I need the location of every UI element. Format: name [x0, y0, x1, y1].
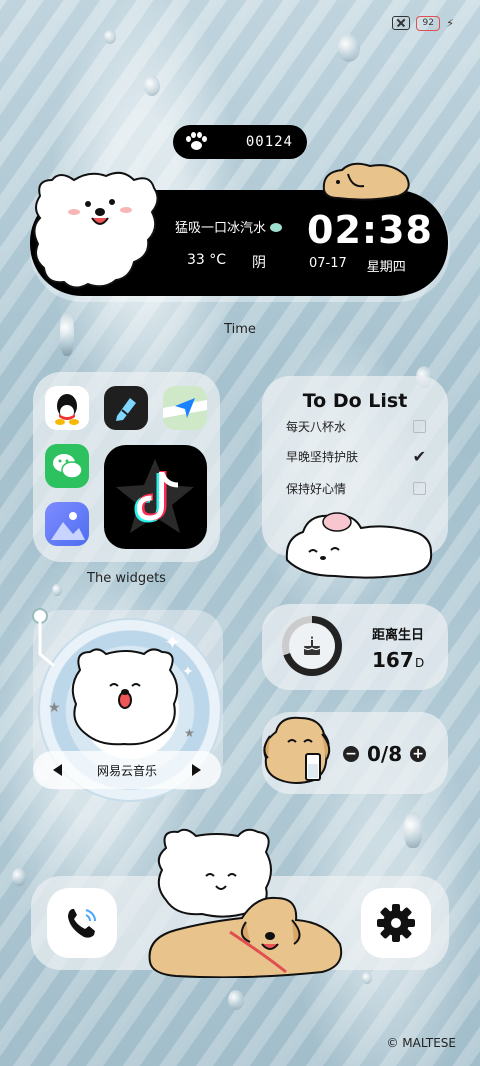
qq-app-icon[interactable] [45, 386, 89, 430]
date: 07-17 [309, 256, 347, 271]
previous-track-icon[interactable] [53, 764, 62, 776]
water-drop [12, 868, 26, 886]
apps-widget-label: The widgets [87, 571, 166, 586]
tonearm-icon [32, 608, 55, 668]
water-drop [338, 34, 360, 62]
activity-label: 猛吸一口冰汽水 [175, 221, 267, 236]
checkbox[interactable] [413, 420, 426, 433]
gallery-app-icon[interactable] [45, 502, 89, 546]
todo-item[interactable]: 每天八杯水 [286, 418, 426, 435]
star-icon: ✦ [182, 664, 194, 680]
music-controls: 网易云音乐 [33, 751, 221, 789]
cloud-icon [270, 223, 283, 232]
two-dogs-illustration [148, 828, 343, 978]
weekday: 星期四 [366, 260, 406, 275]
counter-value: 00124 [245, 134, 293, 150]
water-drop [404, 812, 422, 848]
white-dog-illustration [33, 171, 159, 289]
minus-button[interactable]: − [343, 746, 359, 762]
todo-item[interactable]: 早晚坚持护肤 ✔ [286, 448, 426, 465]
maps-app-icon[interactable] [163, 386, 207, 430]
phone-app-button[interactable] [47, 888, 117, 958]
water-drop [362, 972, 372, 984]
cake-icon [289, 623, 335, 669]
weather-condition: 阴 [252, 255, 267, 271]
star-icon: ✦ [164, 630, 181, 654]
todo-title: To Do List [302, 390, 408, 412]
lying-white-dog-illustration [285, 512, 433, 579]
apps-widget [33, 372, 220, 562]
drinking-dog-illustration [263, 716, 331, 784]
time-widget-label: Time [224, 322, 256, 337]
next-track-icon[interactable] [191, 764, 201, 776]
music-app-label: 网易云音乐 [96, 763, 157, 778]
water-drop [104, 30, 116, 44]
weather-info: 33 °C 阴 [187, 252, 266, 272]
date-row: 07-17 星期四 [309, 256, 406, 275]
plus-button[interactable]: + [410, 746, 427, 762]
phone-icon [68, 909, 96, 938]
todo-item-label: 保持好心情 [286, 482, 347, 496]
birthday-progress-ring [282, 616, 342, 676]
bolt-icon: ⚡ [446, 16, 454, 30]
birthday-title: 距离生日 [372, 628, 425, 643]
status-bar: 92 ⚡ [392, 14, 454, 32]
checkmark-icon[interactable]: ✔ [413, 449, 426, 465]
no-sim-icon [392, 16, 411, 30]
pen-app-icon[interactable] [104, 386, 148, 430]
birthday-days: 167 [372, 648, 414, 672]
battery-icon: 92 [416, 15, 441, 31]
sleeping-tan-dog-illustration [322, 162, 410, 201]
water-drop [228, 990, 244, 1010]
todo-item[interactable]: 保持好心情 [286, 480, 426, 497]
settings-app-button[interactable] [361, 888, 431, 958]
credit-text: © MALTESE [386, 1036, 456, 1050]
tiktok-app-icon[interactable] [104, 445, 207, 549]
activity-text: 猛吸一口冰汽水 [175, 217, 283, 236]
temperature: 33 °C [187, 252, 227, 268]
birthday-unit: D [415, 656, 425, 670]
paw-icon [185, 131, 207, 153]
clock: 02:38 [307, 208, 433, 252]
water-count: 0/8 [367, 742, 403, 766]
water-drop [144, 76, 160, 96]
todo-item-label: 每天八杯水 [286, 420, 347, 434]
white-dog-face-illustration [71, 648, 179, 746]
water-counter: − 0/8 + [343, 742, 427, 766]
settings-gear-icon [377, 904, 415, 942]
step-counter-widget[interactable]: 00124 [173, 125, 307, 159]
star-icon: ★ [48, 700, 61, 716]
todo-item-label: 早晚坚持护肤 [286, 450, 359, 464]
battery-level: 92 [422, 18, 434, 28]
checkbox[interactable] [413, 482, 426, 495]
wechat-app-icon[interactable] [45, 444, 89, 488]
star-icon: ★ [184, 726, 195, 740]
